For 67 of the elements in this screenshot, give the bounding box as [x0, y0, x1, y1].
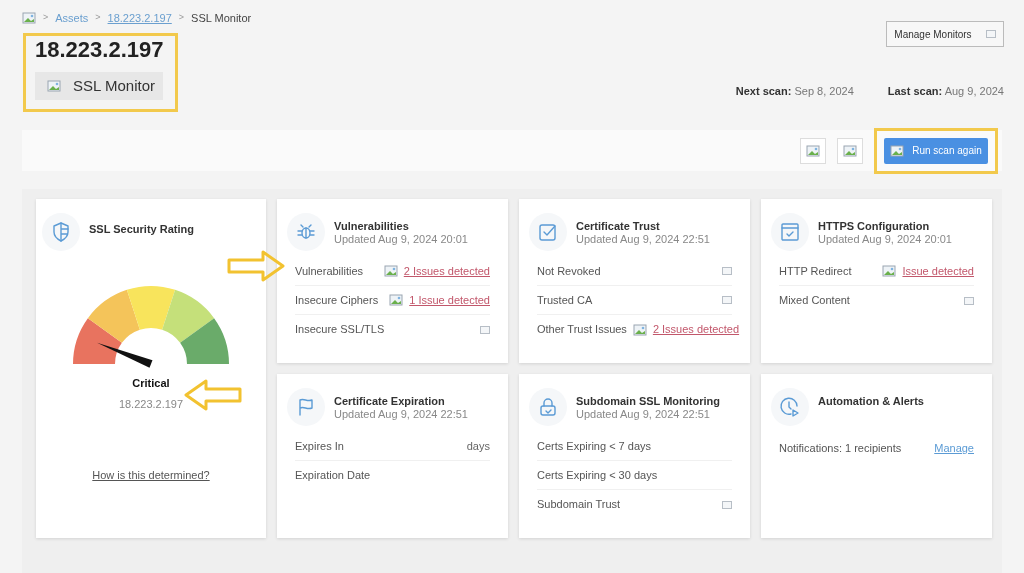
row-label: Expiration Date: [295, 468, 371, 484]
row-label: Other Trust Issues: [537, 322, 627, 338]
annotation-arrow: [184, 379, 242, 411]
status-icon: [722, 296, 732, 304]
image-placeholder-icon: [806, 143, 820, 158]
row-label: Certs Expiring < 30 days: [537, 467, 658, 483]
row-label: HTTP Redirect: [779, 263, 852, 279]
updated-time: Updated Aug 9, 2024 20:01: [334, 233, 468, 246]
row-label: Mixed Content: [779, 293, 850, 309]
issue-link[interactable]: Issue detected: [902, 262, 974, 280]
calendar-icon: [778, 220, 802, 244]
issue-link[interactable]: 2 Issues detected: [403, 262, 490, 280]
row-label: Notifications: 1 recipients: [779, 441, 902, 457]
run-scan-button[interactable]: Run scan again: [884, 137, 988, 164]
status-icon: [985, 30, 996, 38]
image-placeholder-icon: [389, 293, 404, 307]
last-scan: Last scan: Aug 9, 2024: [887, 84, 1004, 99]
breadcrumb-link[interactable]: 18.223.2.197: [107, 9, 172, 27]
card-title: Certificate Expiration: [334, 395, 446, 408]
how-determined-link[interactable]: How is this determined?: [92, 467, 210, 484]
issue-link[interactable]: 1 Issue detected: [409, 291, 490, 309]
card-title: Automation & Alerts: [818, 395, 924, 408]
row-label: Certs Expiring < 7 days: [537, 438, 652, 454]
breadcrumb-separator: >: [95, 11, 101, 25]
monitor-badge: SSL Monitor: [35, 72, 163, 100]
status-icon: [722, 500, 732, 509]
row-label: Subdomain Trust: [537, 497, 621, 513]
breadcrumb-separator: >: [43, 11, 49, 25]
status-icon: [964, 296, 974, 305]
breadcrumb-current: SSL Monitor: [191, 10, 252, 26]
image-placeholder-icon: [890, 143, 905, 158]
rating-host: 18.223.2.197: [118, 396, 184, 412]
card-title: HTTPS Configuration: [818, 220, 931, 233]
row-label: Not Revoked: [537, 263, 601, 279]
image-placeholder-icon: [383, 264, 398, 278]
row-label: Vulnerabilities: [295, 263, 364, 279]
breadcrumb-separator: >: [178, 11, 185, 25]
manage-monitors-button[interactable]: Manage Monitors: [886, 21, 1004, 47]
row-label: Insecure SSL/TLS: [295, 322, 385, 338]
next-scan: Next scan: Sep 8, 2024: [735, 84, 854, 99]
updated-time: Updated Aug 9, 2024 22:51: [576, 233, 710, 246]
row-label: Insecure Ciphers: [295, 292, 379, 308]
updated-time: Updated Aug 9, 2024 22:51: [576, 408, 711, 421]
image-placeholder-icon: [882, 264, 897, 278]
status-icon: [480, 325, 490, 334]
card-title: Certificate Trust: [576, 220, 661, 233]
card-title: Vulnerabilities: [334, 220, 410, 233]
image-placeholder-icon: [632, 322, 647, 337]
updated-time: Updated Aug 9, 2024 20:01: [818, 233, 952, 246]
rating-grade: Critical: [132, 376, 170, 391]
manage-link[interactable]: Manage: [934, 440, 974, 457]
page-title: 18.223.2.197: [35, 37, 164, 63]
row-label: Trusted CA: [537, 292, 593, 308]
card-title: SSL Security Rating: [89, 222, 194, 237]
annotation-arrow: [227, 250, 285, 282]
card-title: Subdomain SSL Monitoring: [576, 395, 720, 408]
toolbar-button[interactable]: [800, 137, 826, 164]
home-icon: [22, 11, 36, 25]
status-icon: [722, 267, 732, 275]
updated-time: Updated Aug 9, 2024 22:51: [334, 408, 468, 421]
breadcrumb-link[interactable]: Assets: [55, 9, 89, 27]
row-value: days: [466, 438, 490, 454]
image-placeholder-icon: [47, 79, 61, 93]
issue-link[interactable]: 2 Issues detected: [652, 321, 740, 338]
row-label: Expires In: [295, 438, 344, 454]
image-placeholder-icon: [843, 143, 857, 158]
toolbar-button[interactable]: [837, 137, 863, 164]
